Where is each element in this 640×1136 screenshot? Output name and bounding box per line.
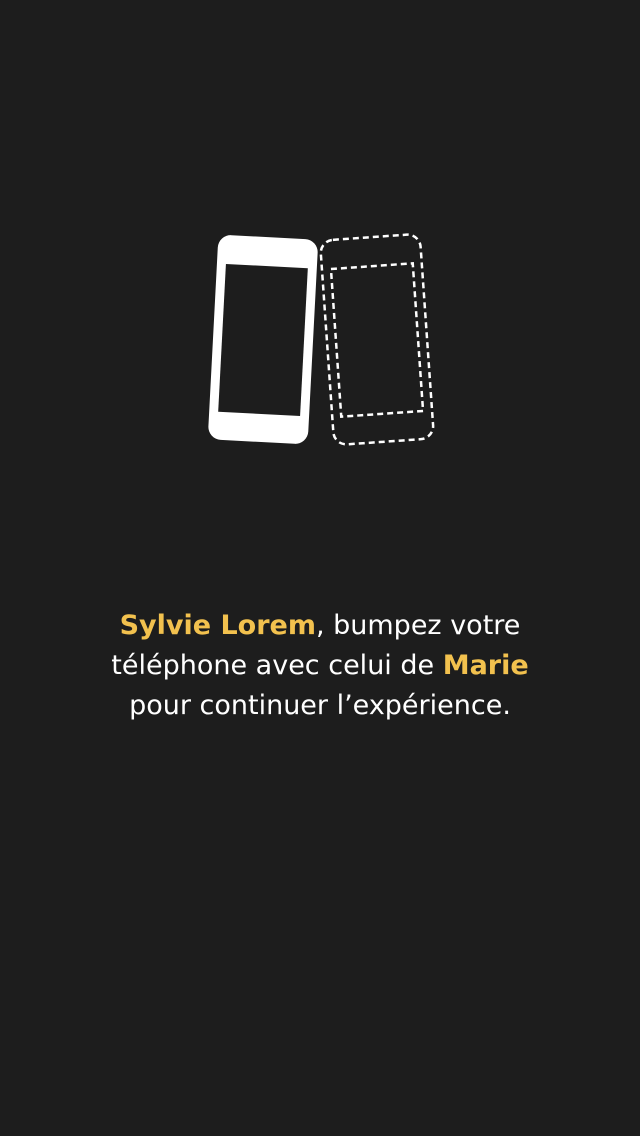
phone-outline-dashed-icon bbox=[319, 233, 435, 446]
message-line-2: téléphone avec celui de Marie bbox=[40, 646, 600, 686]
partner-name: Marie bbox=[442, 650, 529, 681]
message-line-1: Sylvie Lorem, bumpez votre bbox=[40, 606, 600, 646]
phone-icon bbox=[208, 235, 318, 444]
bump-instruction-message: Sylvie Lorem, bumpez votre téléphone ave… bbox=[40, 606, 600, 726]
message-text-2: téléphone avec celui de bbox=[111, 650, 443, 681]
phone-bump-illustration bbox=[208, 233, 435, 446]
user-name: Sylvie Lorem bbox=[119, 610, 316, 641]
message-text-3: pour continuer l’expérience. bbox=[129, 690, 511, 721]
message-text-1: , bumpez votre bbox=[315, 610, 521, 641]
phone-bump-icon bbox=[200, 228, 440, 453]
message-line-3: pour continuer l’expérience. bbox=[40, 686, 600, 726]
bump-instruction-screen: Sylvie Lorem, bumpez votre téléphone ave… bbox=[0, 0, 640, 1136]
